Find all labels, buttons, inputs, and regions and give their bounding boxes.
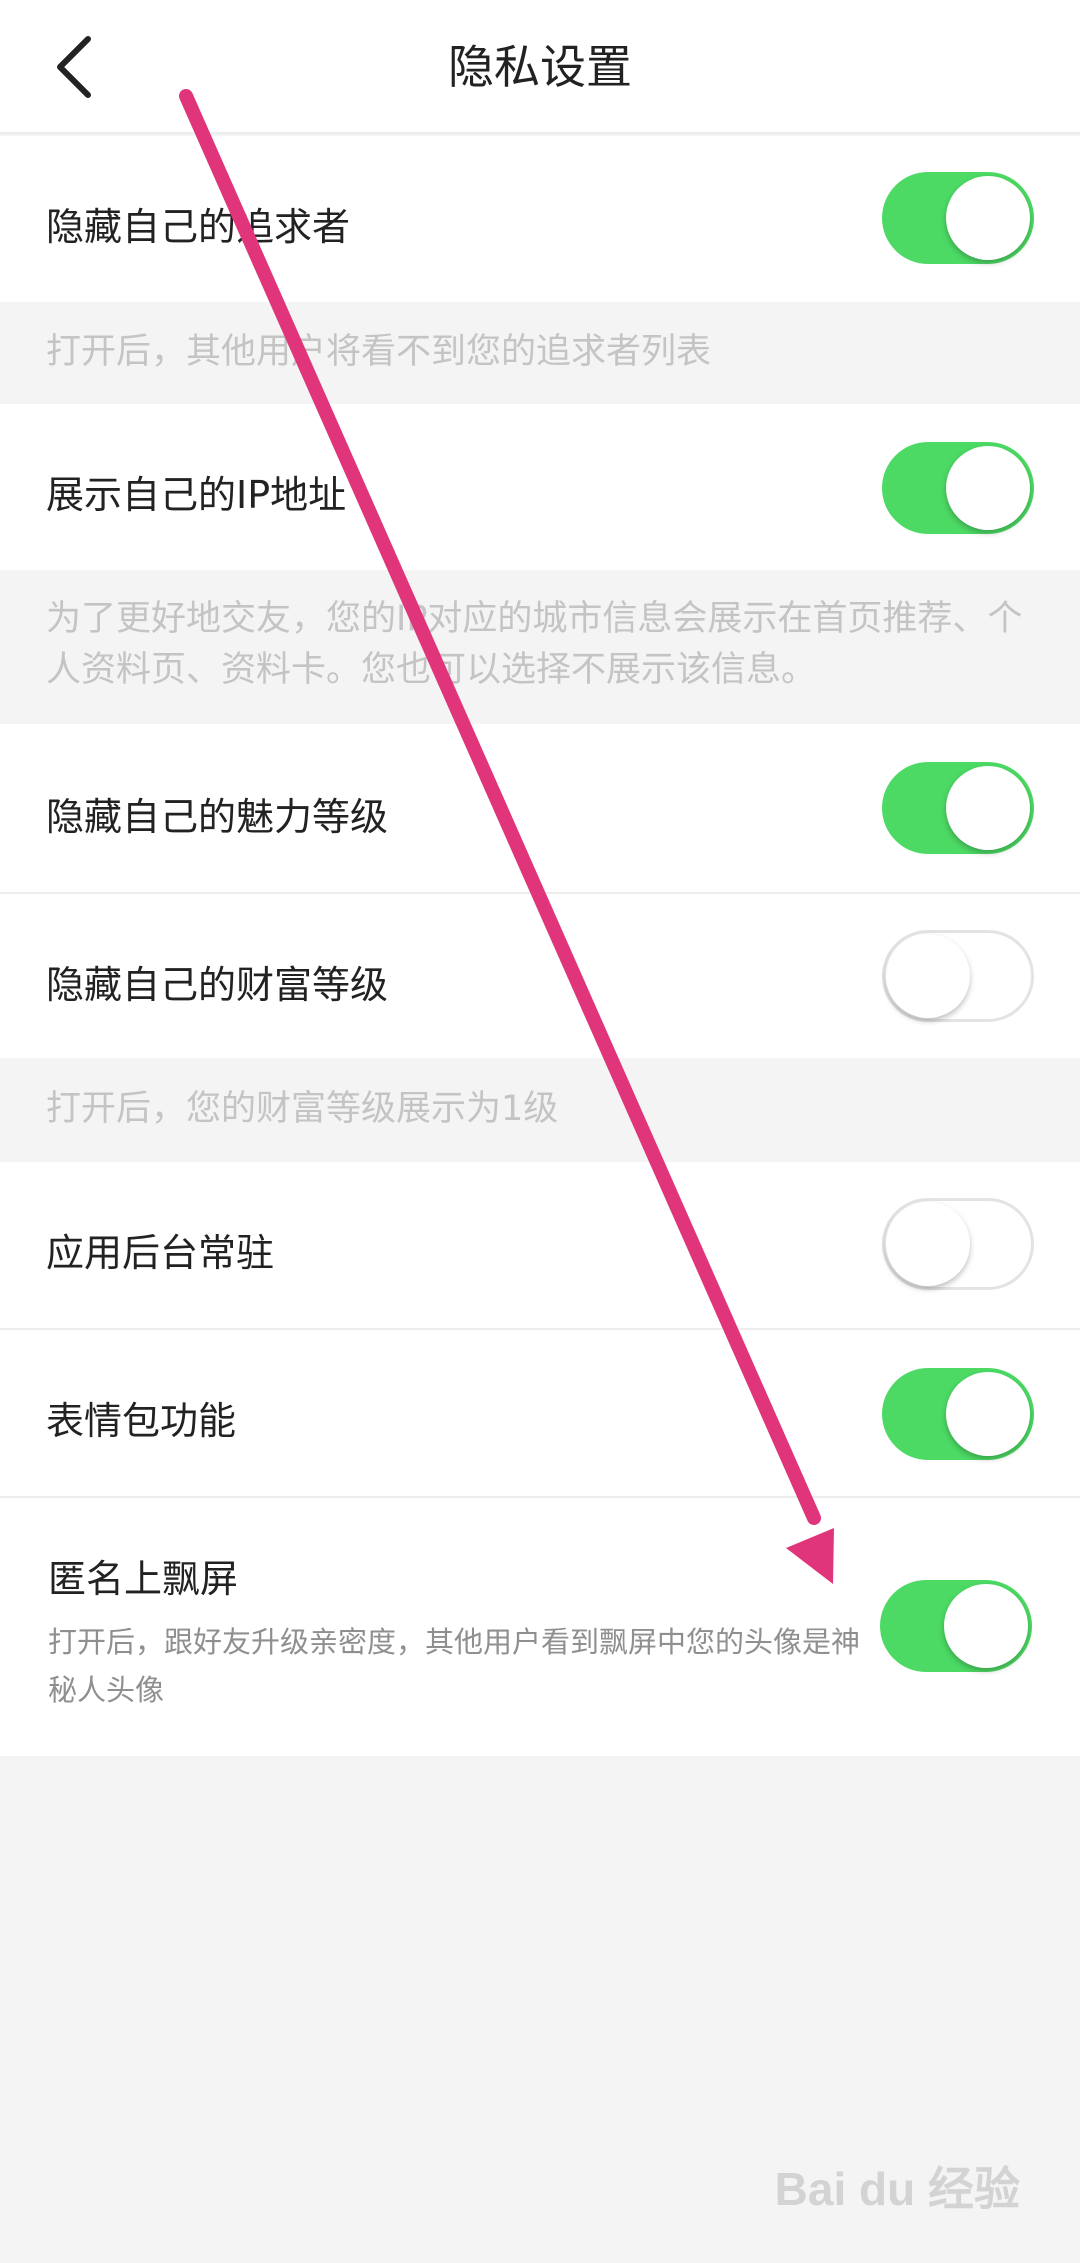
anonymous-float-toggle[interactable] [880,1580,1032,1672]
setting-row-hide-wealth: 隐藏自己的财富等级 [0,894,1080,1058]
hint-text: 打开后，您的财富等级展示为1级 [46,1089,559,1129]
hide-wealth-toggle[interactable] [882,930,1034,1022]
hide-followers-toggle[interactable] [882,172,1034,264]
hide-charm-toggle[interactable] [882,762,1034,854]
sticker-feature-toggle[interactable] [882,1368,1034,1460]
hint-text: 打开后，其他用户将看不到您的追求者列表 [46,332,712,372]
page-title: 隐私设置 [448,40,632,94]
background-resident-toggle[interactable] [882,1198,1034,1290]
setting-row-anonymous-float: 匿名上飘屏 打开后，跟好友升级亲密度，其他用户看到飘屏中您的头像是神秘人头像 [0,1498,1080,1756]
setting-label: 隐藏自己的财富等级 [46,963,389,1007]
setting-row-background-resident: 应用后台常驻 [0,1162,1080,1328]
toggle-knob [946,176,1030,260]
toggle-knob [886,934,970,1018]
toggle-knob [946,446,1030,530]
setting-row-hide-charm: 隐藏自己的魅力等级 [0,724,1080,892]
setting-description: 打开后，跟好友升级亲密度，其他用户看到飘屏中您的头像是神秘人头像 [48,1625,861,1707]
setting-label: 隐藏自己的追求者 [46,205,351,249]
setting-label: 展示自己的IP地址 [46,473,347,517]
setting-label: 表情包功能 [46,1399,237,1443]
privacy-settings-page: 隐私设置 隐藏自己的追求者 打开后，其他用户将看不到您的追求者列表 展示自己的I… [0,0,1080,2263]
hint-section: 为了更好地交友，您的IP对应的城市信息会展示在首页推荐、个人资料页、资料卡。您也… [0,570,1080,724]
setting-row-show-ip: 展示自己的IP地址 [0,404,1080,570]
watermark-logo: Bai du 经验 [774,2163,1020,2215]
hint-text: 为了更好地交友，您的IP对应的城市信息会展示在首页推荐、个人资料页、资料卡。您也… [46,599,1023,690]
toggle-knob [944,1584,1028,1668]
setting-row-sticker-feature: 表情包功能 [0,1330,1080,1496]
setting-row-hide-followers: 隐藏自己的追求者 [0,136,1080,302]
top-bar: 隐私设置 [0,0,1080,134]
setting-label: 应用后台常驻 [46,1231,275,1275]
hint-section: 打开后，其他用户将看不到您的追求者列表 [0,302,1080,404]
show-ip-toggle[interactable] [882,442,1034,534]
setting-label: 隐藏自己的魅力等级 [46,795,389,839]
toggle-knob [946,766,1030,850]
toggle-knob [886,1202,970,1286]
hint-section: 打开后，您的财富等级展示为1级 [0,1058,1080,1162]
setting-label: 匿名上飘屏 [48,1557,239,1601]
toggle-knob [946,1372,1030,1456]
